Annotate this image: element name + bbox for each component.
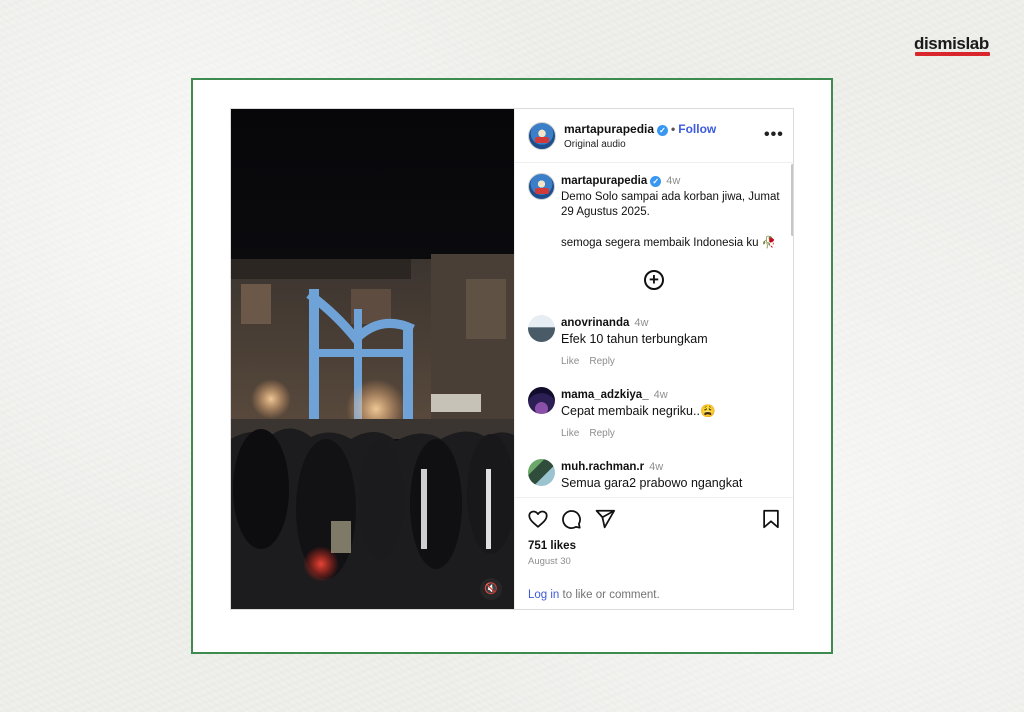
like-comment-button[interactable]: Like xyxy=(561,428,579,439)
post-date: August 30 xyxy=(528,556,571,567)
verified-badge-icon: ✓ xyxy=(650,176,662,187)
verified-badge-icon: ✓ xyxy=(657,125,669,136)
brand-underline xyxy=(915,52,990,56)
login-link[interactable]: Log in xyxy=(528,589,559,601)
author-avatar[interactable] xyxy=(528,122,556,150)
muted-speaker-icon: 🔇 xyxy=(484,583,498,595)
comment-username[interactable]: mama_adzkiya_ xyxy=(561,389,649,401)
comment-header: muh.rachman.r 4w xyxy=(561,461,663,473)
comment-username[interactable]: anovrinanda xyxy=(561,317,629,329)
comment-text: Cepat membaik negriku..😩 xyxy=(561,404,716,418)
comment-username[interactable]: muh.rachman.r xyxy=(561,461,644,473)
login-prompt: Log in to like or comment. xyxy=(528,589,660,601)
like-comment-button[interactable]: Like xyxy=(561,356,579,367)
reply-button[interactable]: Reply xyxy=(589,356,615,367)
caption-header: martapurapedia ✓ 4w xyxy=(561,175,680,187)
commenter-avatar[interactable] xyxy=(528,459,555,486)
comment-header: mama_adzkiya_ 4w xyxy=(561,389,668,401)
more-options-icon[interactable]: ••• xyxy=(764,126,784,144)
login-prompt-text: to like or comment. xyxy=(559,589,660,601)
comments-scrollbar[interactable] xyxy=(791,164,793,236)
caption-time: 4w xyxy=(666,175,681,187)
share-icon[interactable] xyxy=(594,508,616,530)
heart-icon[interactable] xyxy=(527,508,549,530)
post-actions: 751 likes August 30 Log in to like or co… xyxy=(515,497,793,609)
likes-count[interactable]: 751 likes xyxy=(528,540,576,552)
post-header: martapurapedia ✓ • Follow Original audio ••… xyxy=(515,109,793,163)
plus-circle-icon[interactable]: + xyxy=(644,270,664,290)
comment-header: anovrinanda 4w xyxy=(561,317,648,329)
mute-button[interactable]: 🔇 xyxy=(480,578,502,600)
caption-text-secondary: semoga segera membaik Indonesia ku 🥀 xyxy=(561,237,777,249)
caption-text: Demo Solo sampai ada korban jiwa, Jumat … xyxy=(561,191,780,218)
brand-name: dismislab xyxy=(914,34,989,53)
post-side-panel: martapurapedia ✓ • Follow Original audio ••… xyxy=(514,109,793,609)
comment-icon[interactable] xyxy=(560,508,582,530)
reply-button[interactable]: Reply xyxy=(589,428,615,439)
comment-time: 4w xyxy=(634,317,649,329)
bookmark-icon[interactable] xyxy=(760,508,782,530)
comment-actions: Like Reply xyxy=(561,356,625,367)
instagram-post: 🔇 martapurapedia ✓ • Follow Original audio … xyxy=(230,108,794,610)
comment-time: 4w xyxy=(649,461,664,473)
comment-text: Efek 10 tahun terbungkam xyxy=(561,332,708,346)
commenter-avatar[interactable] xyxy=(528,315,555,342)
separator-dot: • xyxy=(671,122,676,136)
video-frame-scene xyxy=(231,109,514,609)
author-row: martapurapedia ✓ • Follow xyxy=(564,122,716,136)
caption-avatar[interactable] xyxy=(528,173,555,200)
comment-time: 4w xyxy=(653,389,668,401)
comment-text: Semua gara2 prabowo ngangkat xyxy=(561,476,743,490)
comments-list[interactable]: martapurapedia ✓ 4w Demo Solo sampai ada k… xyxy=(515,164,793,497)
commenter-avatar[interactable] xyxy=(528,387,555,414)
audio-label[interactable]: Original audio xyxy=(564,139,626,150)
comment-actions: Like Reply xyxy=(561,428,625,439)
post-video[interactable]: 🔇 xyxy=(231,109,514,609)
follow-button[interactable]: Follow xyxy=(678,122,716,136)
caption-username[interactable]: martapurapedia xyxy=(561,175,647,187)
author-username[interactable]: martapurapedia xyxy=(564,122,654,136)
